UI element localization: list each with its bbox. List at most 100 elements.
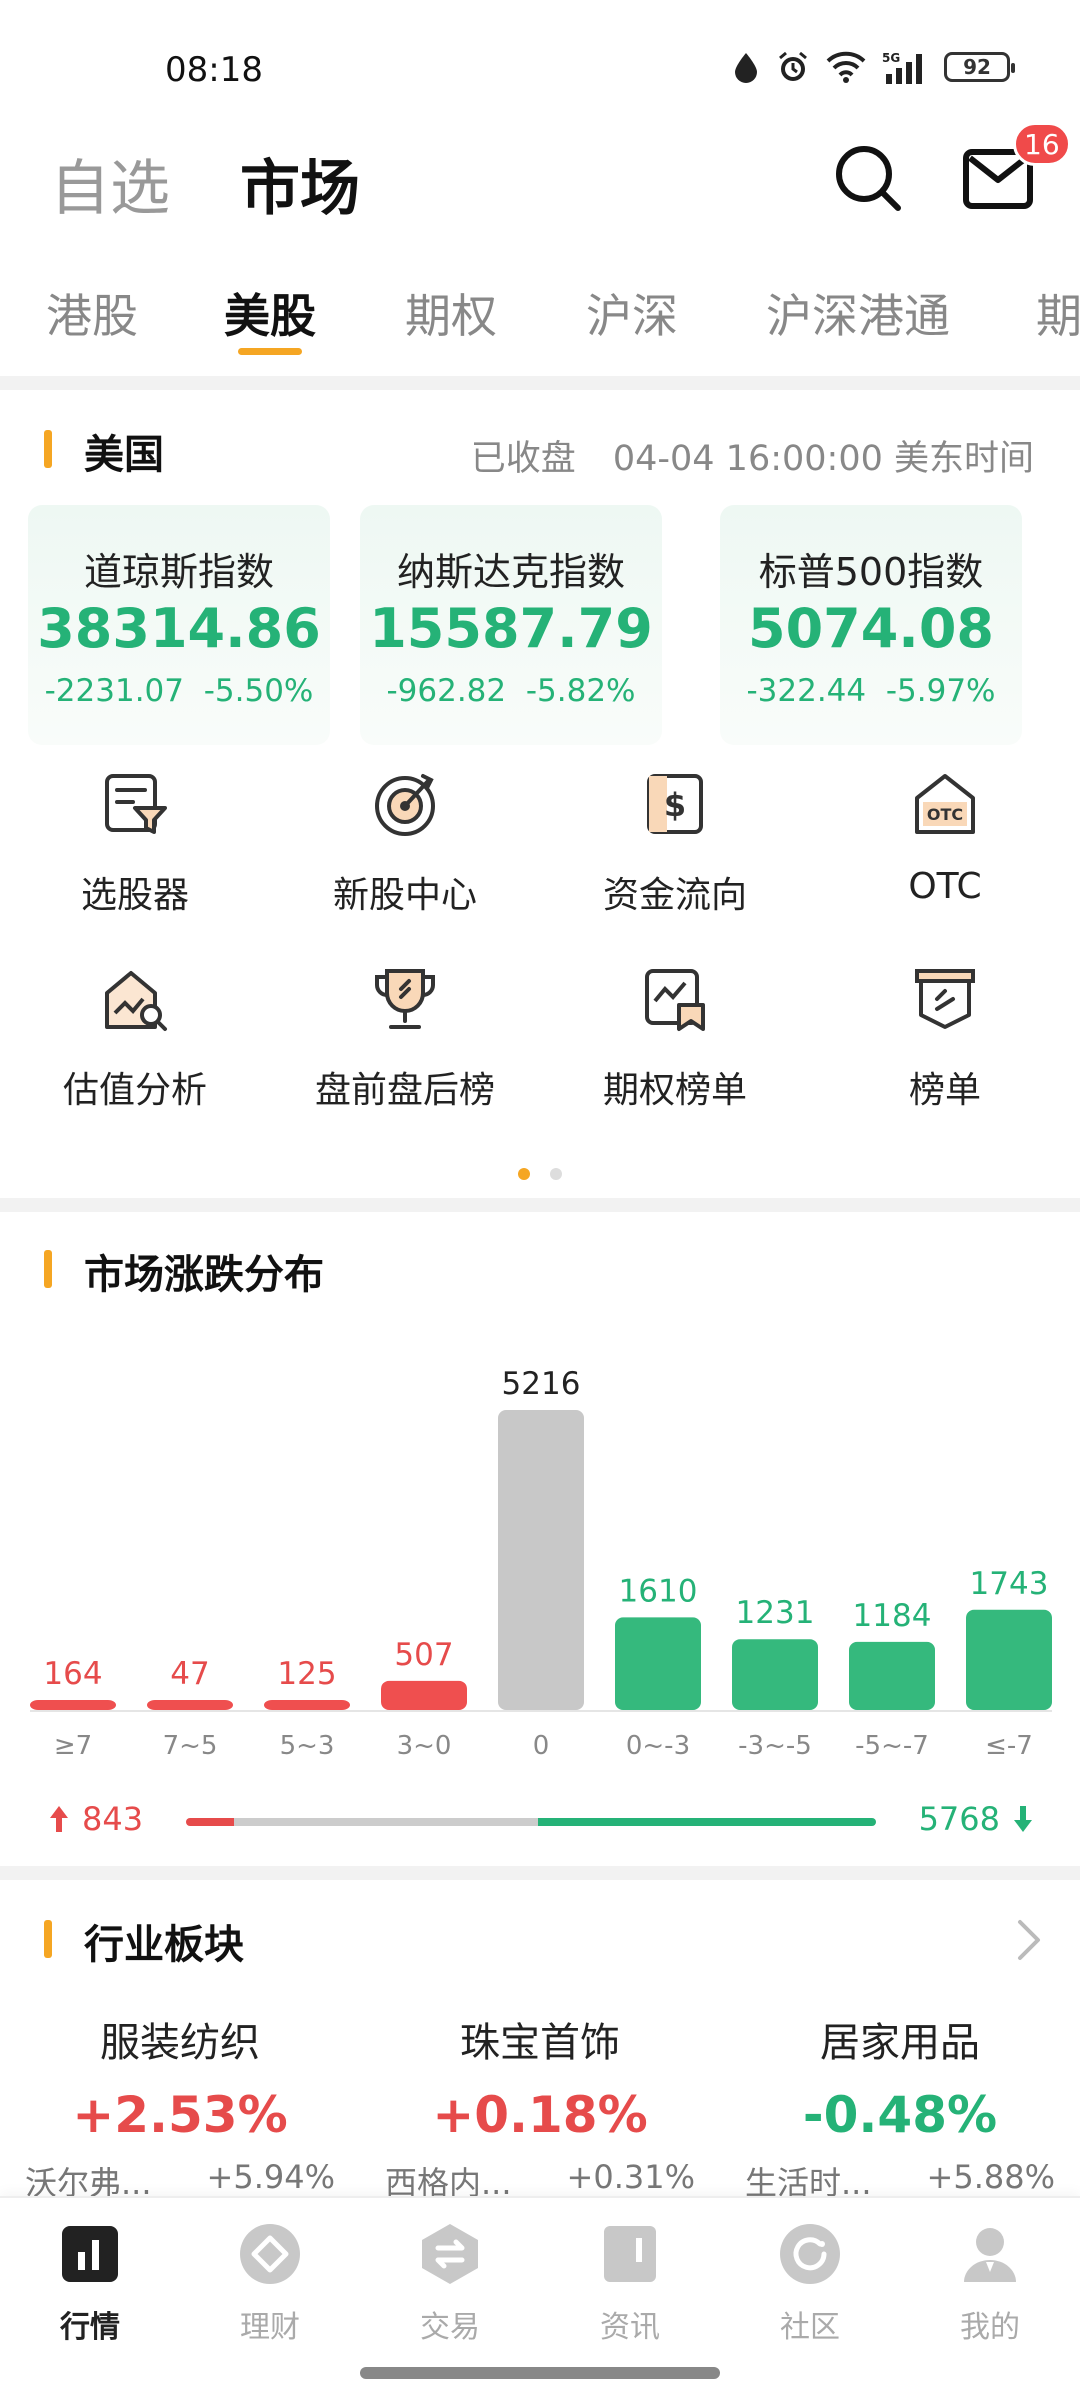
bar-category-label: 7~5 — [163, 1731, 218, 1761]
market-sub-tabs: 港股 美股 期权 沪深 沪深港通 期 — [0, 280, 1080, 360]
profile-icon — [964, 2228, 1016, 2282]
section-title-distribution: 市场涨跌分布 — [84, 1252, 324, 1298]
alarm-icon — [779, 51, 807, 81]
index-change: -962.82 -5.82% — [360, 673, 662, 709]
industry-item-jewelry[interactable]: 珠宝首饰 +0.18% 西格内... +0.31% — [375, 2010, 705, 2204]
page-indicator — [518, 1168, 562, 1180]
stock-screener-icon — [105, 774, 167, 834]
index-change-pct: -5.82% — [525, 673, 636, 709]
index-change-value: -962.82 — [386, 673, 507, 709]
nav-trade[interactable]: 交易 — [360, 2222, 540, 2346]
bar-category-label: 0~-3 — [626, 1731, 690, 1761]
industry-item-apparel[interactable]: 服装纺织 +2.53% 沃尔弗... +5.94% — [15, 2010, 345, 2204]
nav-label: 行情 — [60, 2310, 120, 2345]
bar-value-label: 5216 — [502, 1366, 581, 1402]
top-header: 自选 市场 — [0, 130, 1080, 230]
section-accent-bar — [44, 430, 52, 468]
bar-value-label: 1184 — [853, 1598, 932, 1634]
arrow-up-icon — [50, 1806, 68, 1832]
mail-badge: 16 — [1013, 122, 1071, 166]
distribution-bar — [732, 1639, 818, 1710]
tab-indicator — [238, 348, 302, 355]
tab-stock-connect[interactable]: 沪深港通 — [766, 280, 950, 346]
index-value: 15587.79 — [369, 597, 653, 660]
tab-us-stocks[interactable]: 美股 — [224, 280, 316, 346]
tool-ipo-center[interactable]: 新股中心 — [295, 770, 515, 930]
index-value: 5074.08 — [748, 597, 994, 660]
distribution-bar — [966, 1609, 1052, 1710]
wealth-icon — [240, 2224, 300, 2284]
tool-label: 榜单 — [908, 1070, 981, 1111]
bar-value-label: 1231 — [736, 1595, 815, 1631]
tab-watchlist[interactable]: 自选 — [50, 140, 170, 227]
tab-options[interactable]: 期权 — [405, 280, 497, 346]
distribution-bar — [498, 1410, 584, 1710]
index-card-nasdaq[interactable]: 纳斯达克指数 15587.79 -962.82 -5.82% — [360, 505, 662, 745]
industry-header[interactable]: 行业板块 — [0, 1910, 1080, 1970]
pre-post-market-icon — [375, 969, 435, 1029]
signal-5g-icon: 5G — [882, 51, 922, 84]
up-count: 843 — [48, 1800, 143, 1838]
nav-market[interactable]: 行情 — [0, 2222, 180, 2346]
nav-news[interactable]: 资讯 — [540, 2222, 720, 2346]
distribution-bar — [615, 1617, 701, 1710]
industry-item-household[interactable]: 居家用品 -0.48% 生活时... +5.88% — [735, 2010, 1065, 2204]
tool-money-flow[interactable]: $ 资金流向 — [565, 770, 785, 930]
bar-value-label: 125 — [277, 1656, 336, 1692]
distribution-bar — [849, 1641, 935, 1710]
index-card-sp500[interactable]: 标普500指数 5074.08 -322.44 -5.97% — [720, 505, 1022, 745]
page-dot — [550, 1168, 562, 1180]
tool-otc[interactable]: OTC OTC — [835, 770, 1055, 930]
index-card-dow[interactable]: 道琼斯指数 38314.86 -2231.07 -5.50% — [28, 505, 330, 745]
tool-pre-post-market[interactable]: 盘前盘后榜 — [295, 965, 515, 1125]
tab-market[interactable]: 市场 — [240, 140, 360, 227]
tool-label: 期权榜单 — [602, 1070, 747, 1111]
index-name: 纳斯达克指数 — [396, 550, 625, 594]
svg-text:$: $ — [664, 786, 686, 824]
bar-category-label: -5~-7 — [855, 1731, 929, 1761]
nav-profile[interactable]: 我的 — [900, 2222, 1080, 2346]
nav-label: 交易 — [420, 2310, 480, 2345]
tool-options-ranking[interactable]: 期权榜单 — [565, 965, 785, 1125]
tool-label: 选股器 — [80, 875, 189, 916]
ipo-center-icon — [375, 774, 435, 836]
section-divider — [0, 376, 1080, 390]
index-value: 38314.86 — [37, 597, 321, 660]
section-divider — [0, 1198, 1080, 1212]
status-bar: 08:18 5G 92 — [0, 0, 1080, 110]
up-total: 843 — [82, 1800, 144, 1838]
tool-label: 盘前盘后榜 — [314, 1070, 495, 1111]
battery-indicator: 92 — [944, 52, 1015, 82]
distribution-header: 市场涨跌分布 — [0, 1240, 1080, 1300]
tab-futures[interactable]: 期 — [1036, 280, 1080, 346]
svg-text:OTC: OTC — [927, 805, 963, 824]
nav-wealth[interactable]: 理财 — [180, 2222, 360, 2346]
drop-icon — [735, 53, 757, 83]
money-flow-icon: $ — [647, 774, 703, 834]
home-indicator[interactable] — [360, 2367, 720, 2379]
status-time: 08:18 — [165, 50, 263, 90]
tool-stock-screener[interactable]: 选股器 — [25, 770, 245, 930]
industry-change: +2.53% — [72, 2086, 288, 2144]
tab-hk-stocks[interactable]: 港股 — [46, 280, 138, 346]
index-name: 标普500指数 — [758, 550, 984, 594]
nav-community[interactable]: 社区 — [720, 2222, 900, 2346]
index-name: 道琼斯指数 — [83, 550, 274, 594]
chevron-right-icon[interactable] — [1014, 1918, 1044, 1962]
search-icon[interactable] — [832, 142, 904, 214]
tab-a-shares[interactable]: 沪深 — [586, 280, 678, 346]
industry-name: 居家用品 — [820, 2020, 980, 2066]
arrow-down-icon — [1014, 1806, 1032, 1832]
bar-category-label: -3~-5 — [738, 1731, 812, 1761]
tool-valuation[interactable]: 估值分析 — [25, 965, 245, 1125]
wifi-icon — [826, 51, 866, 83]
tool-ranking[interactable]: 榜单 — [835, 965, 1055, 1125]
ratio-up-segment — [186, 1818, 235, 1826]
down-total: 5768 — [918, 1800, 1000, 1838]
nav-label: 理财 — [240, 2310, 300, 2345]
bar-value-label: 1610 — [619, 1573, 698, 1609]
bar-value-label: 47 — [170, 1656, 209, 1692]
distribution-bar — [381, 1680, 467, 1710]
industry-change: -0.48% — [802, 2086, 998, 2144]
up-down-summary: 843 5768 — [0, 1800, 1080, 1850]
